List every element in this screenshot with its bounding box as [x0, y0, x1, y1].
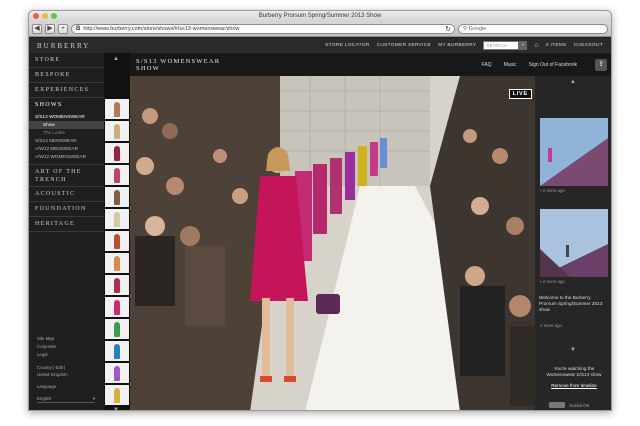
show-header: S/S13 WOMENSWEAR SHOW FAQ Music Sign Out…	[130, 53, 611, 76]
minimize-window-button[interactable]	[42, 13, 48, 19]
chevron-up-icon[interactable]: ▲	[570, 79, 576, 85]
bag-count[interactable]: 0 ITEMS	[546, 43, 567, 48]
watching-text: You're watching the Womenswear S/S13 sho…	[546, 366, 602, 377]
sidebar-item-heritage[interactable]: HERITAGE	[29, 217, 104, 232]
zoom-window-button[interactable]	[51, 13, 57, 19]
look-thumbnail[interactable]	[105, 99, 129, 119]
timeline-panel: ▲ ▪ 2 mins ago ▪ 2 mins ago Welcome to t…	[535, 76, 611, 410]
look-thumbnail[interactable]	[105, 275, 129, 295]
footer-language-label: Language	[37, 384, 57, 389]
reload-icon[interactable]: ↻	[445, 25, 451, 34]
title-bar: Burberry Prorsum Spring/Summer 2013 Show	[29, 11, 611, 22]
look-thumbnail[interactable]	[105, 341, 129, 361]
sidebar-sub-aw12-menswear[interactable]: A/W12 MENSWEAR	[29, 145, 104, 153]
look-thumbnail[interactable]	[105, 165, 129, 185]
timeline-photo[interactable]	[540, 209, 608, 277]
look-thumbnail[interactable]	[105, 363, 129, 383]
page-title-line2: SHOW	[136, 64, 160, 72]
browser-search-field[interactable]: ⚲ Google	[458, 24, 608, 34]
timeline-time-1: 2 mins ago	[542, 188, 565, 193]
checkout-link[interactable]: CHECKOUT	[574, 43, 603, 48]
live-badge: LIVE	[508, 89, 532, 99]
language-select[interactable]: English ▾	[37, 395, 95, 403]
store-locator-link[interactable]: STORE LOCATOR	[325, 43, 369, 48]
back-button[interactable]: ◀	[32, 24, 42, 34]
music-link[interactable]: Music	[504, 62, 517, 68]
social-toggle[interactable]	[549, 402, 565, 408]
sidebar-item-art-of-the-trench[interactable]: ART OF THE TRENCH	[29, 165, 104, 187]
add-bookmark-button[interactable]: +	[58, 24, 68, 34]
look-thumbnail[interactable]	[105, 385, 129, 405]
browser-window: Burberry Prorsum Spring/Summer 2013 Show…	[28, 10, 612, 411]
sidebar-item-foundation[interactable]: FOUNDATION	[29, 202, 104, 217]
footer-country-value: United Kingdom	[37, 372, 68, 377]
chevron-down-icon[interactable]: ▼	[113, 407, 119, 410]
footer-legal[interactable]: Legal	[37, 351, 48, 358]
footer-corporate[interactable]: Corporate	[37, 343, 56, 350]
faq-link[interactable]: FAQ	[482, 62, 492, 68]
site-favicon-icon: B	[76, 25, 81, 32]
sidebar-item-acoustic[interactable]: ACOUSTIC	[29, 187, 104, 202]
chevron-down-icon[interactable]: ▼	[570, 347, 576, 353]
shopping-bag-icon[interactable]: ⌂	[534, 42, 539, 49]
sidebar-item-bespoke[interactable]: BESPOKE	[29, 68, 104, 83]
language-value: English	[37, 396, 52, 401]
chevron-down-icon: ▾	[92, 396, 95, 401]
timeline-time-3: 2 mins ago	[540, 323, 563, 328]
sidebar-item-store[interactable]: STORE	[29, 53, 104, 68]
sidebar-sub-ss13-menswear[interactable]: S/S13 MENSWEAR	[29, 137, 104, 145]
site-top-nav: BURBERRY STORE LOCATOR CUSTOMER SERVICE …	[29, 38, 611, 53]
window-controls	[33, 13, 57, 19]
sidebar-sub-the-looks[interactable]: The Looks	[29, 129, 104, 137]
looks-thumbnail-strip: ▲ ▼	[104, 53, 130, 410]
timeline-photo-image	[540, 209, 608, 277]
footer-site-map[interactable]: Site Map	[37, 335, 54, 342]
forward-button[interactable]: ▶	[45, 24, 55, 34]
burberry-logo[interactable]: BURBERRY	[37, 42, 90, 50]
look-thumbnail[interactable]	[105, 297, 129, 317]
address-bar[interactable]: B http://www.burberry.com/store/shows/#/…	[71, 24, 455, 34]
sidebar-item-shows[interactable]: SHOWS	[29, 98, 104, 113]
look-thumbnail[interactable]	[105, 121, 129, 141]
site-search-placeholder: SEARCH	[486, 43, 507, 48]
runway-photo	[130, 76, 535, 410]
sidebar-sub-show[interactable]: Show	[29, 121, 104, 129]
look-thumbnail[interactable]	[105, 253, 129, 273]
window-title: Burberry Prorsum Spring/Summer 2013 Show	[258, 13, 382, 19]
browser-search-placeholder: Google	[468, 26, 487, 32]
look-thumbnail[interactable]	[105, 143, 129, 163]
my-burberry-link[interactable]: MY BURBERRY	[438, 43, 476, 48]
welcome-message: Welcome to the Burberry Prorsum Spring/S…	[539, 295, 603, 312]
page-title: S/S13 WOMENSWEAR SHOW	[136, 58, 246, 72]
sidebar-sub-ss13-womenswear[interactable]: S/S13 WOMENSWEAR	[29, 113, 104, 121]
timeline-timestamp: ▪ 2 mins ago	[540, 188, 565, 193]
left-sidebar: STORE BESPOKE EXPERIENCES SHOWS S/S13 WO…	[29, 53, 104, 410]
timeline-timestamp: ▪ 2 mins ago	[540, 279, 565, 284]
sign-out-facebook-link[interactable]: Sign Out of Facebook	[529, 62, 577, 68]
site-search-input[interactable]: SEARCH ›	[483, 41, 528, 50]
chevron-up-icon[interactable]: ▲	[113, 56, 119, 62]
social-toggle-row: Social On	[549, 401, 609, 409]
timeline-photo-image	[540, 118, 608, 186]
page-title-line1: S/S13 WOMENSWEAR	[136, 57, 221, 65]
look-thumbnail[interactable]	[105, 319, 129, 339]
sidebar-item-experiences[interactable]: EXPERIENCES	[29, 83, 104, 98]
browser-toolbar: ◀ ▶ + B http://www.burberry.com/store/sh…	[29, 22, 611, 37]
look-thumbnail[interactable]	[105, 209, 129, 229]
search-submit-icon[interactable]: ›	[518, 41, 528, 50]
url-text: http://www.burberry.com/store/shows/#/ss…	[83, 25, 240, 32]
footer-country-edit[interactable]: Country | Edit |	[37, 364, 65, 371]
timeline-time-2: 2 mins ago	[542, 279, 565, 284]
sidebar-sub-aw12-womenswear[interactable]: A/W12 WOMENSWEAR	[29, 153, 104, 165]
look-thumbnail[interactable]	[105, 187, 129, 207]
social-toggle-label: Social On	[569, 402, 590, 408]
timeline-photo[interactable]	[540, 118, 608, 186]
look-thumbnail[interactable]	[105, 231, 129, 251]
close-window-button[interactable]	[33, 13, 39, 19]
customer-service-link[interactable]: CUSTOMER SERVICE	[377, 43, 431, 48]
remove-from-timeline-link[interactable]: Remove from timeline	[541, 383, 607, 388]
share-icon[interactable]: ⇪	[595, 58, 607, 71]
live-show-video[interactable]: LIVE	[130, 76, 535, 410]
